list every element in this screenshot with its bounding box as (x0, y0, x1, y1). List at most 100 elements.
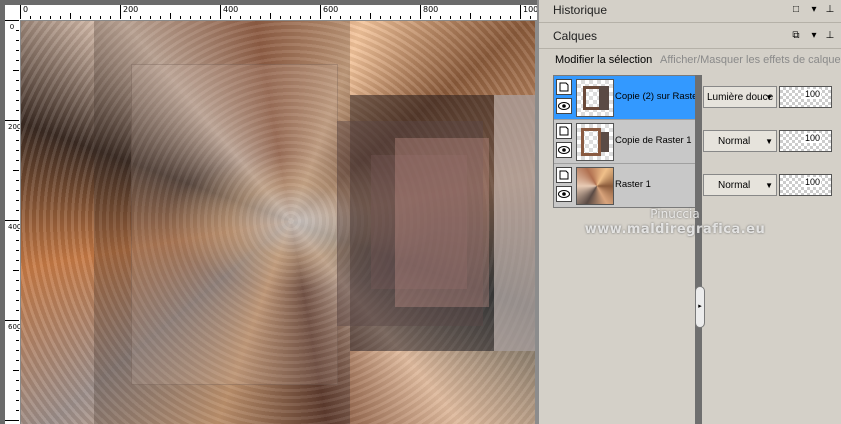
pin-icon[interactable]: ⊥ (824, 4, 836, 16)
panel-divider[interactable] (695, 75, 702, 424)
ruler-label: 800 (423, 5, 439, 14)
restore-icon[interactable]: □ (790, 4, 802, 16)
ruler-tick (16, 40, 19, 41)
ruler-tick (140, 16, 141, 19)
ruler-tick (16, 160, 19, 161)
ruler-tick (16, 130, 19, 131)
ruler-tick (16, 110, 19, 111)
ruler-tick (16, 180, 19, 181)
ruler-tick (280, 16, 281, 19)
layer-thumbnail (576, 79, 614, 117)
ruler-tick (16, 250, 19, 251)
opacity-field[interactable]: 100 (779, 130, 832, 152)
ruler-tick (5, 320, 19, 321)
ruler-tick (460, 16, 461, 19)
chevron-down-icon[interactable]: ▾ (808, 30, 820, 42)
blend-mode-value: Normal (718, 180, 751, 191)
ruler-tick (230, 16, 231, 19)
watermark-line2: www.maldiregrafica.eu (584, 222, 766, 237)
ruler-tick (60, 16, 61, 19)
layer-list: Copie (2) sur Raster Copie de Raster 1 R… (553, 75, 701, 208)
opacity-field[interactable]: 100 (779, 86, 832, 108)
layers-panel-title: Calques (553, 29, 598, 43)
ruler-tick (5, 120, 19, 121)
ruler-tick (480, 16, 481, 19)
vertical-ruler: 0 200 400 600 (5, 20, 21, 424)
ruler-tick (340, 16, 341, 19)
show-hide-layer-effects-button[interactable]: Afficher/Masquer les effets de calque (660, 54, 841, 66)
ruler-tick (510, 16, 511, 19)
layer-row[interactable]: Copie de Raster 1 (554, 120, 698, 163)
ruler-tick (520, 5, 521, 19)
ruler-tick (150, 16, 151, 19)
blend-mode-select[interactable]: Normal ▼ (703, 174, 777, 196)
chevron-down-icon: ▼ (765, 93, 773, 102)
ruler-tick (370, 13, 371, 19)
ruler-tick (90, 16, 91, 19)
horizontal-ruler: 0 200 400 600 800 100 (20, 5, 537, 21)
ruler-tick (16, 280, 19, 281)
chevron-down-icon[interactable]: ▾ (808, 4, 820, 16)
ruler-tick (16, 230, 19, 231)
eye-icon[interactable] (556, 98, 572, 114)
blend-mode-value: Lumière douce (707, 92, 774, 103)
ruler-tick (16, 310, 19, 311)
ruler-tick (16, 390, 19, 391)
ruler-tick (50, 16, 51, 19)
collapse-handle[interactable]: ▸ (695, 286, 705, 328)
layer-buttons (556, 79, 572, 117)
ruler-tick (20, 5, 21, 19)
blend-mode-select[interactable]: Normal ▼ (703, 130, 777, 152)
ruler-tick (80, 16, 81, 19)
ruler-tick (16, 100, 19, 101)
watermark: Pinuccia www.maldiregrafica.eu (580, 206, 770, 238)
ruler-label: 0 (23, 5, 29, 14)
layer-mask-icon[interactable] (556, 123, 572, 139)
ruler-tick (16, 50, 19, 51)
ruler-tick (16, 240, 19, 241)
layer-name: Copie de Raster 1 (615, 135, 692, 146)
ruler-tick (16, 340, 19, 341)
ruler-tick (160, 16, 161, 19)
document-image[interactable] (21, 21, 535, 424)
ruler-tick (270, 13, 271, 19)
layer-name: Raster 1 (615, 179, 651, 190)
ruler-tick (16, 210, 19, 211)
eye-icon[interactable] (556, 142, 572, 158)
layer-mask-icon[interactable] (556, 79, 572, 95)
ruler-tick (13, 370, 19, 371)
ruler-tick (100, 16, 101, 19)
ruler-tick (16, 60, 19, 61)
blend-mode-select[interactable]: Lumière douce ▼ (703, 86, 777, 108)
ruler-tick (240, 16, 241, 19)
ruler-label: 200 (123, 5, 139, 14)
ruler-tick (16, 190, 19, 191)
ruler-label: 200 (8, 123, 21, 131)
ruler-label: 400 (8, 223, 21, 231)
pin-icon[interactable]: ⊥ (824, 30, 836, 42)
ruler-tick (470, 13, 471, 19)
layer-mask-icon[interactable] (556, 167, 572, 183)
ruler-tick (440, 16, 441, 19)
layer-buttons (556, 167, 572, 205)
eye-icon[interactable] (556, 186, 572, 202)
layer-row[interactable]: Raster 1 (554, 164, 698, 207)
frame-rect (350, 351, 535, 424)
ruler-tick (430, 16, 431, 19)
modify-selection-button[interactable]: Modifier la sélection (555, 54, 652, 66)
layer-thumbnail (576, 123, 614, 161)
ruler-tick (290, 16, 291, 19)
ruler-tick (16, 300, 19, 301)
ruler-tick (260, 16, 261, 19)
layers-toolbar: Modifier la sélection Afficher/Masquer l… (539, 50, 841, 72)
frame-rect (131, 64, 338, 385)
ruler-tick (360, 16, 361, 19)
opacity-value: 100 (803, 89, 821, 99)
opacity-field[interactable]: 100 (779, 174, 832, 196)
layer-row[interactable]: Copie (2) sur Raster (554, 76, 701, 119)
ruler-tick (16, 140, 19, 141)
float-panel-icon[interactable]: ⧉ (790, 30, 802, 42)
ruler-tick (330, 16, 331, 19)
ruler-tick (220, 5, 221, 19)
ruler-tick (250, 16, 251, 19)
